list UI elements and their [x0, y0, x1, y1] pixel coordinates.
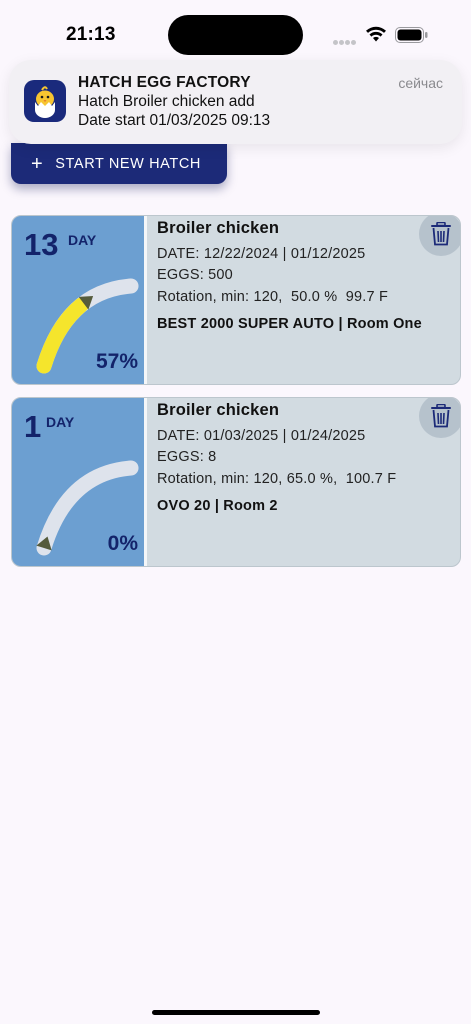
wifi-icon [366, 26, 386, 42]
hatch-rotation: Rotation, min: 120, 65.0 %, 100.7 F [157, 471, 397, 487]
notification-date: Date start 01/03/2025 09:13 [78, 112, 271, 129]
progress-percent: 57% [95, 350, 138, 373]
battery-icon [395, 27, 428, 43]
hatch-eggs: EGGS: 500 [157, 267, 233, 283]
hatch-title: Broiler chicken [157, 219, 280, 237]
hatch-progress-panel: 13 DAY 57% [12, 216, 147, 384]
status-time: 21:13 [66, 24, 116, 45]
hatch-card[interactable]: 1 DAY 0% Broiler chicken DATE: 01/03/202… [11, 397, 461, 567]
hatch-device: OVO 20 | Room 2 [157, 498, 278, 514]
start-new-hatch-button[interactable]: + START NEW HATCH [11, 143, 227, 184]
hatch-dates: DATE: 01/03/2025 | 01/24/2025 [157, 428, 366, 444]
plus-icon: + [31, 152, 44, 175]
trash-icon [431, 404, 451, 428]
chick-in-egg-icon [24, 80, 66, 122]
notification-app-name: HATCH EGG FACTORY [78, 74, 251, 91]
hatch-card[interactable]: 13 DAY 57% Broiler chicken DATE: 12/22/2… [11, 215, 461, 385]
hatch-device: BEST 2000 SUPER AUTO | Room One [157, 316, 422, 332]
delete-hatch-button[interactable] [419, 398, 460, 438]
cellular-dots-icon [333, 32, 357, 50]
status-icons [333, 24, 443, 46]
hatch-eggs: EGGS: 8 [157, 449, 217, 465]
hatch-details: Broiler chicken DATE: 01/03/2025 | 01/24… [157, 398, 460, 566]
delete-hatch-button[interactable] [419, 216, 460, 256]
notification-message: Hatch Broiler chicken add [78, 93, 255, 110]
dynamic-island [168, 15, 303, 55]
trash-icon [431, 222, 451, 246]
hatch-details: Broiler chicken DATE: 12/22/2024 | 01/12… [157, 216, 460, 384]
start-new-hatch-label: START NEW HATCH [55, 155, 201, 172]
progress-percent: 0% [107, 532, 138, 555]
hatch-title: Broiler chicken [157, 401, 280, 419]
hatch-rotation: Rotation, min: 120, 50.0 % 99.7 F [157, 289, 389, 305]
notification-time: сейчас [398, 75, 443, 91]
hatch-progress-panel: 1 DAY 0% [12, 398, 147, 566]
home-indicator[interactable] [152, 1010, 320, 1015]
notification-banner[interactable]: HATCH EGG FACTORY сейчас Hatch Broiler c… [9, 60, 462, 144]
hatch-dates: DATE: 12/22/2024 | 01/12/2025 [157, 246, 366, 262]
